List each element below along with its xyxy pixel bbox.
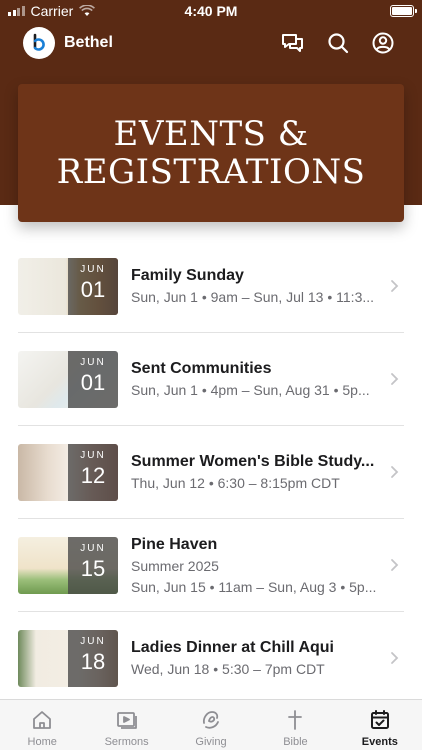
app-header: Bethel <box>0 26 422 62</box>
tab-label: Home <box>27 736 57 748</box>
event-row[interactable]: JUN 01 Family Sunday Sun, Jun 1 • 9am – … <box>18 240 404 333</box>
event-subtitle: Summer 2025 <box>131 558 219 574</box>
event-title: Summer Women's Bible Study... <box>131 453 375 470</box>
event-schedule: Wed, Jun 18 • 5:30 – 7pm CDT <box>131 661 325 677</box>
tab-events[interactable]: Events <box>338 700 422 750</box>
event-month: JUN <box>80 357 106 368</box>
event-month: JUN <box>80 543 106 554</box>
event-day: 01 <box>80 277 106 302</box>
event-text: Family Sunday Sun, Jun 1 • 9am – Sun, Ju… <box>131 266 389 307</box>
chevron-right-icon <box>391 466 399 478</box>
tab-label: Bible <box>283 736 308 748</box>
status-bar: Carrier 4:40 PM <box>0 0 422 22</box>
event-text: Summer Women's Bible Study... Thu, Jun 1… <box>131 452 389 493</box>
date-badge: JUN 12 <box>68 444 118 501</box>
events-list: JUN 01 Family Sunday Sun, Jun 1 • 9am – … <box>18 240 404 705</box>
search-button[interactable] <box>325 30 351 56</box>
tab-home[interactable]: Home <box>0 700 84 750</box>
hero-title: EVENTS & REGISTRATIONS <box>56 114 366 192</box>
event-thumbnail: JUN 18 <box>18 630 118 687</box>
tab-giving[interactable]: Giving <box>169 700 253 750</box>
event-title: Ladies Dinner at Chill Aqui <box>131 639 334 656</box>
event-schedule: Sun, Jun 15 • 11am – Sun, Aug 3 • 5p... <box>131 579 377 595</box>
event-thumbnail: JUN 01 <box>18 258 118 315</box>
logo-icon <box>33 33 45 51</box>
tab-label: Giving <box>195 736 227 748</box>
event-row[interactable]: JUN 15 Pine Haven Summer 2025 Sun, Jun 1… <box>18 519 404 612</box>
chevron-right-icon <box>391 373 399 385</box>
church-logo[interactable] <box>23 27 55 59</box>
search-icon <box>328 33 349 54</box>
event-day: 12 <box>80 463 106 488</box>
tab-label: Sermons <box>104 736 149 748</box>
event-text: Pine Haven Summer 2025 Sun, Jun 15 • 11a… <box>131 535 389 597</box>
tab-bar: Home Sermons Giving Bible Events <box>0 699 422 750</box>
status-time: 4:40 PM <box>184 3 238 19</box>
app-name: Bethel <box>64 34 113 51</box>
events-icon <box>370 710 389 729</box>
event-day: 18 <box>80 649 106 674</box>
profile-icon <box>372 32 394 54</box>
event-title: Pine Haven <box>131 536 218 553</box>
chevron-right-icon <box>391 280 399 292</box>
giving-icon <box>202 711 219 729</box>
events-hero-banner: EVENTS & REGISTRATIONS <box>18 84 404 222</box>
chat-icon <box>282 34 303 52</box>
event-day: 15 <box>80 556 106 581</box>
tab-bible[interactable]: Bible <box>253 700 337 750</box>
tab-sermons[interactable]: Sermons <box>84 700 168 750</box>
event-title: Sent Communities <box>131 360 272 377</box>
event-row[interactable]: JUN 01 Sent Communities Sun, Jun 1 • 4pm… <box>18 333 404 426</box>
chevron-right-icon <box>391 652 399 664</box>
date-badge: JUN 01 <box>68 351 118 408</box>
event-schedule: Sun, Jun 1 • 4pm – Sun, Aug 31 • 5p... <box>131 382 370 398</box>
tab-label: Events <box>361 736 398 748</box>
event-thumbnail: JUN 12 <box>18 444 118 501</box>
profile-button[interactable] <box>370 30 396 56</box>
event-text: Ladies Dinner at Chill Aqui Wed, Jun 18 … <box>131 638 389 679</box>
event-day: 01 <box>80 370 106 395</box>
home-icon <box>33 711 52 729</box>
event-month: JUN <box>80 450 106 461</box>
event-row[interactable]: JUN 18 Ladies Dinner at Chill Aqui Wed, … <box>18 612 404 705</box>
event-text: Sent Communities Sun, Jun 1 • 4pm – Sun,… <box>131 359 389 400</box>
chevron-right-icon <box>391 559 399 571</box>
event-month: JUN <box>80 264 106 275</box>
event-thumbnail: JUN 15 <box>18 537 118 594</box>
messages-button[interactable] <box>280 30 306 56</box>
date-badge: JUN 01 <box>68 258 118 315</box>
battery-icon <box>390 5 417 17</box>
date-badge: JUN 18 <box>68 630 118 687</box>
date-badge: JUN 15 <box>68 537 118 594</box>
event-thumbnail: JUN 01 <box>18 351 118 408</box>
event-row[interactable]: JUN 12 Summer Women's Bible Study... Thu… <box>18 426 404 519</box>
event-title: Family Sunday <box>131 267 244 284</box>
bible-icon <box>288 710 303 730</box>
event-schedule: Sun, Jun 1 • 9am – Sun, Jul 13 • 11:3... <box>131 289 375 305</box>
sermons-icon <box>116 712 137 729</box>
event-month: JUN <box>80 636 106 647</box>
event-schedule: Thu, Jun 12 • 6:30 – 8:15pm CDT <box>131 475 340 491</box>
